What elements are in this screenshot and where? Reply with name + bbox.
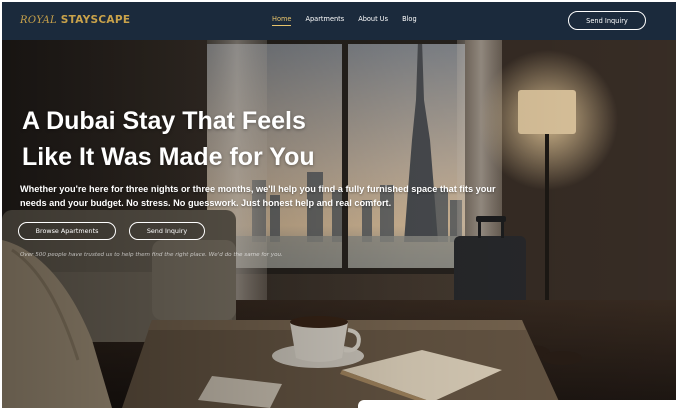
floating-card-edge [358, 400, 676, 408]
hero-title: A Dubai Stay That Feels Like It Was Made… [22, 103, 362, 175]
nav-link-about-us[interactable]: About Us [358, 15, 388, 26]
nav-link-apartments[interactable]: Apartments [305, 15, 344, 26]
top-navigation: ROYAL STAYSCAPE Home Apartments About Us… [2, 2, 676, 40]
hero-send-inquiry-button[interactable]: Send Inquiry [129, 222, 205, 240]
browser-frame: ROYAL STAYSCAPE Home Apartments About Us… [2, 2, 676, 408]
nav-send-inquiry-button[interactable]: Send Inquiry [568, 11, 646, 30]
nav-link-home[interactable]: Home [272, 15, 292, 26]
site-logo[interactable]: ROYAL STAYSCAPE [20, 13, 130, 26]
hero-subtitle: Whether you're here for three nights or … [20, 184, 496, 208]
nav-link-blog[interactable]: Blog [402, 15, 417, 26]
hero-section: A Dubai Stay That Feels Like It Was Made… [2, 40, 676, 408]
browse-apartments-button[interactable]: Browse Apartments [18, 222, 116, 240]
hero-title-line-2: Like It Was Made for You [22, 143, 315, 171]
main-menu: Home Apartments About Us Blog [272, 15, 431, 26]
trust-line: Over 500 people have trusted us to help … [20, 252, 283, 258]
logo-royal: ROYAL [20, 15, 57, 26]
logo-name: STAYSCAPE [60, 14, 131, 26]
hero-title-line-1: A Dubai Stay That Feels [22, 107, 306, 135]
